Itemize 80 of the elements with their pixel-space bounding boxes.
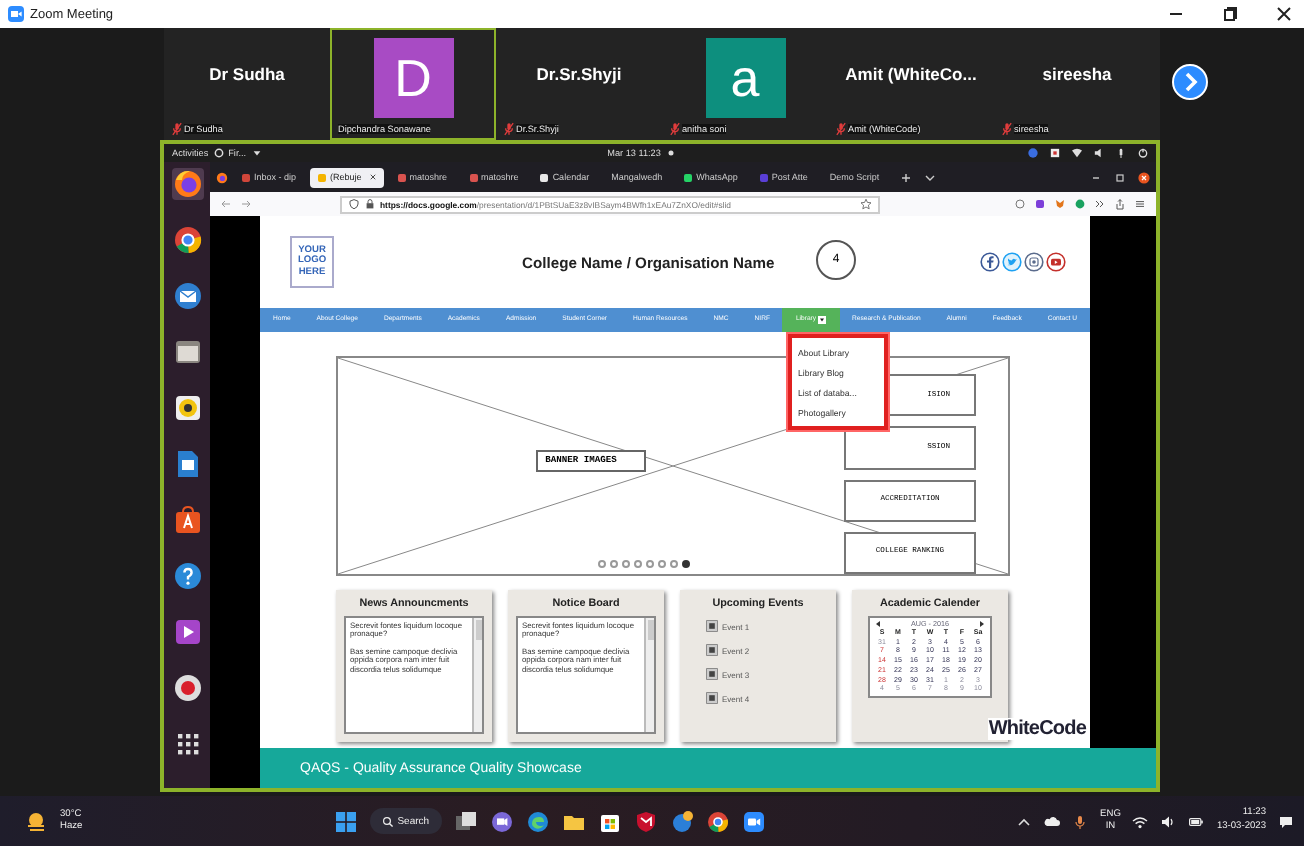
chevron-up-icon[interactable] [1016,813,1033,829]
carousel-dot[interactable] [645,560,653,568]
sun-haze-icon[interactable] [24,809,48,833]
instagram-icon[interactable] [1024,252,1044,272]
chrome-icon[interactable] [171,224,203,256]
participant-name: Dr Sudha [209,64,285,84]
carousel-dot[interactable] [657,560,665,568]
wifi-icon[interactable] [1132,813,1149,829]
extension-icon[interactable] [1034,198,1046,210]
checkbox-icon [706,692,718,704]
folder-icon[interactable] [171,336,203,368]
share-icon[interactable] [1114,198,1126,210]
record-icon[interactable] [171,672,203,704]
camera-icon [8,6,24,22]
speaker-icon[interactable] [171,392,203,424]
task-view-icon[interactable] [453,809,478,833]
notification-icon[interactable] [1278,813,1294,829]
minimize-icon[interactable] [1090,171,1102,183]
shield-icon[interactable] [633,809,658,833]
firefox-icon[interactable] [216,171,228,183]
power-icon [214,148,225,158]
edge-icon[interactable] [525,809,550,833]
youtube-icon[interactable] [1046,252,1066,272]
brand-logo: WhiteCode [988,718,1086,740]
volume-icon [1094,148,1105,158]
power-icon[interactable] [1138,148,1149,158]
caret-icon [252,148,263,158]
carousel-dot[interactable] [609,560,617,568]
menu-icon[interactable] [1134,198,1146,210]
twitter-icon[interactable] [1002,252,1022,272]
speaker-icon[interactable] [1160,813,1177,829]
chat-icon[interactable] [489,809,514,833]
checkbox-icon [706,620,718,632]
chrome-icon[interactable] [705,809,730,833]
windows-start-icon[interactable] [333,809,358,833]
shopping-bag-icon[interactable] [171,504,203,536]
plus-icon[interactable] [899,171,912,183]
dot-icon [666,148,677,158]
fox-icon[interactable] [1054,198,1066,210]
shield-icon[interactable] [348,198,360,210]
previous-arrow-icon[interactable] [874,620,882,628]
extension-icon[interactable] [1074,198,1086,210]
checkbox-icon [706,668,718,680]
star-icon[interactable] [860,198,872,210]
carousel-dot[interactable] [669,560,677,568]
caret-icon[interactable] [818,316,827,324]
help-icon[interactable] [171,560,203,592]
carousel-dot[interactable] [633,560,641,568]
participant-name: Amit (WhiteCo... [845,64,977,84]
mail-icon[interactable] [171,280,203,312]
play-icon[interactable] [171,616,203,648]
carousel-dot[interactable] [681,560,689,568]
mic-icon[interactable] [1072,813,1089,829]
status-icon [1028,148,1039,158]
carousel-dot[interactable] [597,560,605,568]
close-icon[interactable] [369,174,376,180]
close-icon[interactable] [1276,6,1292,22]
wifi-icon [1072,148,1083,158]
participant-name: Dr.Sr.Shyji [536,64,622,84]
avatar-tile: a [705,38,785,118]
screen-icon [1050,148,1061,158]
video-camera-icon[interactable] [741,809,766,833]
lock-icon[interactable] [364,198,376,210]
store-icon[interactable] [597,809,622,833]
next-arrow-icon[interactable] [977,620,986,628]
mic-icon [1116,148,1127,158]
overflow-icon[interactable] [1094,198,1106,210]
battery-icon[interactable] [1188,813,1205,829]
checkbox-icon [706,644,718,656]
participant-name: sireesha [1042,64,1112,84]
restore-icon[interactable] [1222,6,1238,22]
search-icon [381,815,394,827]
chevron-down-icon[interactable] [923,171,936,183]
carousel-dot[interactable] [621,560,629,568]
avatar-tile: D [373,38,453,118]
back-arrow-icon[interactable] [220,198,232,210]
firefox-icon[interactable] [171,168,203,200]
forward-arrow-icon[interactable] [240,198,252,210]
cloud-icon[interactable] [1044,813,1061,829]
facebook-icon[interactable] [980,252,1000,272]
